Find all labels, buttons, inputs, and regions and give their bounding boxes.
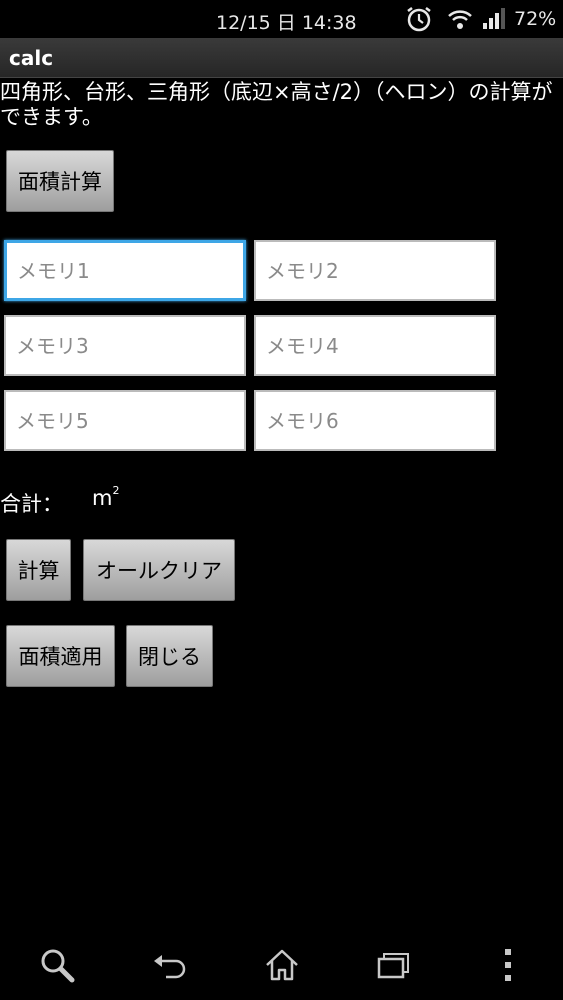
- signal-icon: [483, 8, 505, 29]
- back-icon[interactable]: [150, 945, 190, 985]
- alarm-icon: [407, 7, 431, 32]
- total-label: 合計：: [0, 492, 63, 516]
- unit-superscript: 2: [112, 484, 120, 497]
- home-icon[interactable]: [262, 945, 302, 985]
- app-title: calc: [9, 46, 54, 70]
- search-icon[interactable]: [37, 945, 77, 985]
- all-clear-button[interactable]: オールクリア: [83, 539, 235, 601]
- memory-field-6[interactable]: [254, 390, 496, 451]
- battery-percent: 72%: [514, 8, 557, 30]
- wifi-icon: [448, 10, 472, 29]
- unit-text: m: [92, 486, 113, 510]
- memory-field-1[interactable]: [4, 240, 246, 301]
- calculate-button[interactable]: 計算: [6, 539, 71, 601]
- navigation-bar: [0, 930, 563, 1000]
- total-unit: m2: [92, 484, 120, 510]
- description-text: 四角形、台形、三角形（底辺×高さ/2）（ヘロン）の計算ができます。: [0, 80, 553, 129]
- menu-icon[interactable]: [488, 945, 528, 985]
- memory-field-2[interactable]: [254, 240, 496, 301]
- close-button[interactable]: 閉じる: [126, 625, 213, 687]
- memory-field-5[interactable]: [4, 390, 246, 451]
- recent-apps-icon[interactable]: [373, 945, 413, 985]
- title-bar: calc: [0, 38, 563, 78]
- apply-area-button[interactable]: 面積適用: [6, 625, 115, 687]
- area-calc-button[interactable]: 面積計算: [6, 150, 114, 212]
- memory-field-4[interactable]: [254, 315, 496, 376]
- status-time: 12/15 日 14:38: [216, 12, 357, 34]
- memory-field-3[interactable]: [4, 315, 246, 376]
- status-bar: 12/15 日 14:38 72%: [0, 0, 563, 38]
